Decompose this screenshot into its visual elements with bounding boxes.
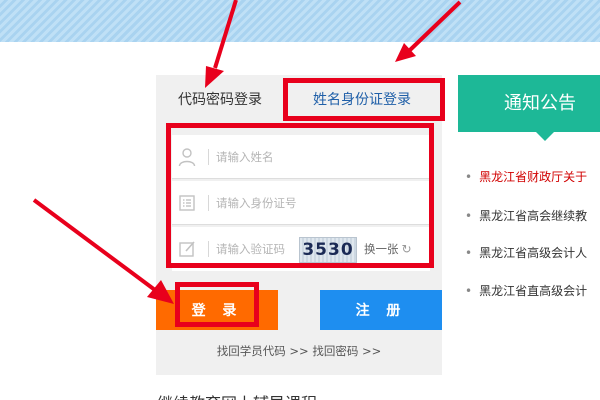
login-panel: 代码密码登录 姓名身份证登录 请输入姓名 请输入身份证号 请输入验证码 3530… <box>156 75 442 375</box>
recover-password-link[interactable]: 找回密码 >> <box>312 344 381 358</box>
field-separator <box>208 195 209 211</box>
name-input[interactable] <box>216 145 396 169</box>
notice-item-text: 黑龙江省财政厅关于 <box>479 170 588 184</box>
name-field-row <box>172 135 430 179</box>
bullet-icon: • <box>465 209 473 223</box>
notice-item-text: 黑龙江省直高级会计 <box>479 284 588 298</box>
tab-code-password-login[interactable]: 代码密码登录 <box>178 89 262 109</box>
header-banner <box>0 0 600 42</box>
bullet-icon: • <box>465 170 473 184</box>
field-separator <box>208 241 209 257</box>
refresh-captcha-label: 换一张 <box>364 242 399 256</box>
notice-item[interactable]: • 黑龙江省财政厅关于 <box>465 168 600 185</box>
id-card-icon <box>179 195 195 211</box>
id-number-input[interactable] <box>216 191 396 215</box>
section-title: 继续教育网上辅导课程 <box>157 390 317 400</box>
login-button[interactable]: 登 录 <box>156 290 278 330</box>
recover-code-link[interactable]: 找回学员代码 >> <box>217 344 309 358</box>
refresh-icon: ↻ <box>401 242 412 256</box>
notice-header: 通知公告 <box>458 75 600 132</box>
bullet-icon: • <box>465 284 473 298</box>
notice-item[interactable]: • 黑龙江省直高级会计 <box>465 282 600 299</box>
notice-item[interactable]: • 黑龙江省高级会计人 <box>465 244 600 261</box>
page: 代码密码登录 姓名身份证登录 请输入姓名 请输入身份证号 请输入验证码 3530… <box>0 0 600 400</box>
tab-name-id-login[interactable]: 姓名身份证登录 <box>313 89 411 109</box>
edit-icon <box>179 241 195 257</box>
recover-links: 找回学员代码 >> 找回密码 >> <box>156 343 442 359</box>
notice-item[interactable]: • 黑龙江省高会继续教 <box>465 207 600 224</box>
refresh-captcha-link[interactable]: 换一张 ↻ <box>364 241 412 257</box>
notice-header-pointer <box>535 131 555 141</box>
notice-item-text: 黑龙江省高级会计人 <box>479 246 588 260</box>
captcha-field-row: 3530 换一张↻ <box>172 227 430 271</box>
register-button[interactable]: 注 册 <box>320 290 442 330</box>
field-separator <box>208 149 209 165</box>
bullet-icon: • <box>465 246 473 260</box>
id-field-row <box>172 181 430 225</box>
captcha-input[interactable] <box>216 237 296 261</box>
notice-item-text: 黑龙江省高会继续教 <box>479 209 588 223</box>
user-icon <box>178 148 196 167</box>
captcha-image[interactable]: 3530 <box>299 237 357 263</box>
arrow-to-login-button <box>32 198 174 304</box>
